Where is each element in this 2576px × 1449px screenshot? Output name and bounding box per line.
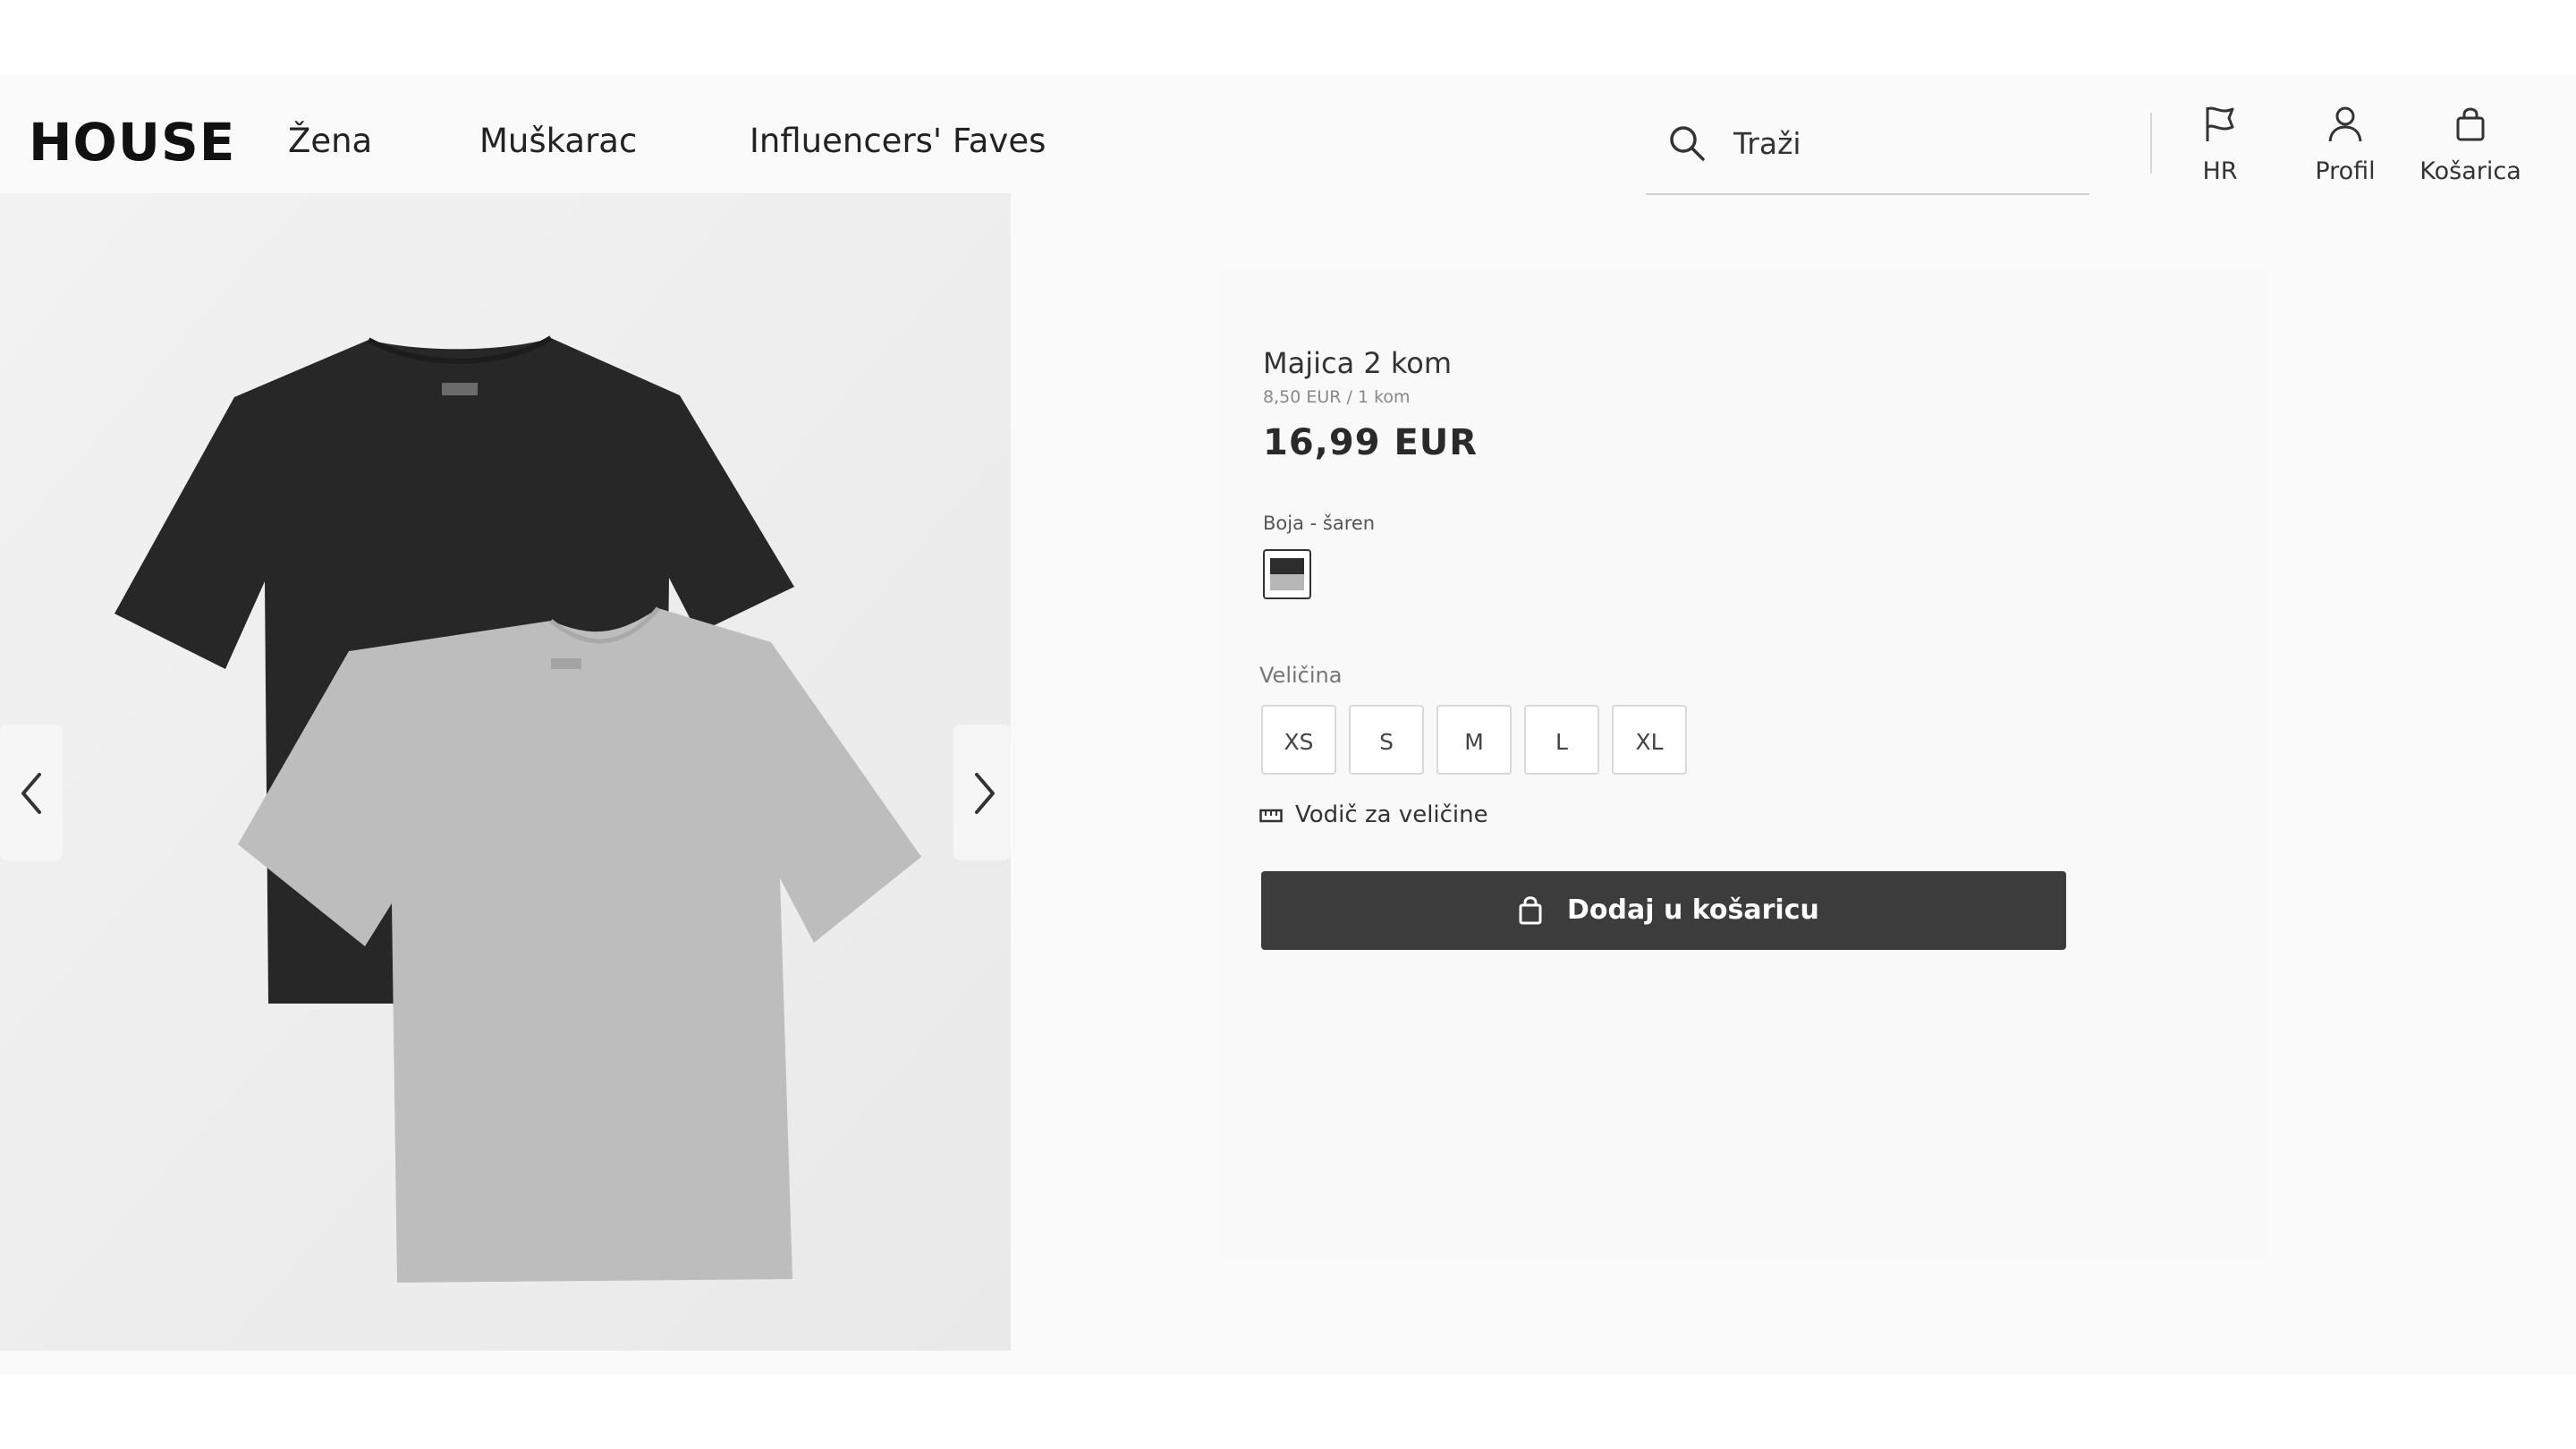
- size-option-s[interactable]: S: [1349, 705, 1424, 775]
- product-image: [0, 193, 1011, 1351]
- profile-label: Profil: [2315, 157, 2376, 185]
- ruler-icon: [1259, 809, 1283, 823]
- flag-icon: [2206, 106, 2234, 141]
- unit-price: 8,50 EUR / 1 kom: [1263, 387, 1411, 407]
- size-option-xs[interactable]: XS: [1261, 705, 1336, 775]
- nav-muskarac[interactable]: Muškarac: [479, 122, 637, 161]
- size-label: Veličina: [1259, 663, 1343, 688]
- nav-influencers-faves[interactable]: Influencers' Faves: [750, 122, 1046, 161]
- shopping-bag-icon: [1519, 896, 1542, 925]
- color-label: Boja - šaren: [1263, 513, 1376, 534]
- language-selector[interactable]: HR: [2157, 104, 2283, 202]
- chevron-left-icon: [21, 773, 41, 814]
- search-bar[interactable]: [1646, 104, 2089, 195]
- add-to-cart-button[interactable]: Dodaj u košaricu: [1261, 871, 2066, 950]
- cart-button[interactable]: Košarica: [2408, 104, 2533, 202]
- profile-button[interactable]: Profil: [2283, 104, 2408, 202]
- color-swatch[interactable]: [1263, 549, 1311, 599]
- swatch-dark: [1270, 558, 1304, 574]
- logo[interactable]: HOUSE: [29, 111, 235, 174]
- add-to-cart-label: Dodaj u košaricu: [1567, 894, 1819, 926]
- product-price: 16,99 EUR: [1263, 422, 1479, 463]
- product-title: Majica 2 kom: [1263, 346, 1453, 380]
- search-input[interactable]: [1732, 120, 2075, 166]
- gallery-next-button[interactable]: [953, 724, 1011, 860]
- cart-label: Košarica: [2419, 157, 2521, 185]
- shopping-bag-icon: [2456, 107, 2485, 141]
- size-option-m[interactable]: M: [1436, 705, 1512, 775]
- size-option-xl[interactable]: XL: [1612, 705, 1687, 775]
- header-divider: [2150, 113, 2152, 174]
- size-option-l[interactable]: L: [1524, 705, 1599, 775]
- search-icon: [1670, 126, 1705, 161]
- size-guide-label: Vodič za veličine: [1295, 801, 1488, 828]
- nav-zena[interactable]: Žena: [288, 122, 372, 161]
- product-gallery[interactable]: [0, 193, 1011, 1351]
- gallery-prev-button[interactable]: [0, 724, 63, 860]
- swatch-grey: [1270, 574, 1304, 590]
- chevron-right-icon: [975, 773, 995, 814]
- user-icon: [2328, 106, 2362, 142]
- language-label: HR: [2202, 157, 2238, 185]
